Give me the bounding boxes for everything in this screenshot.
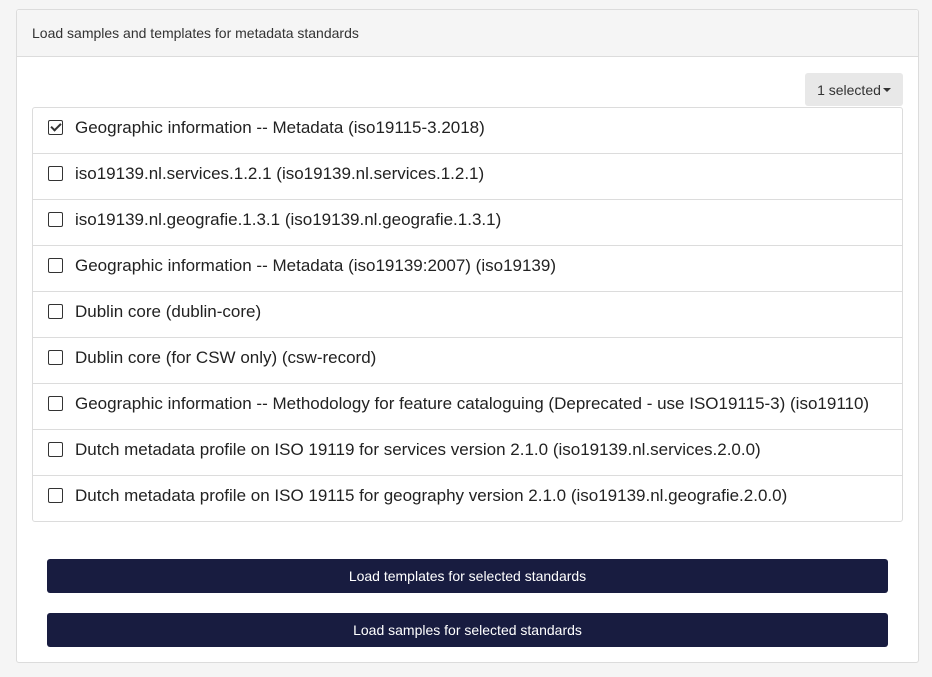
standard-label: iso19139.nl.services.1.2.1 (iso19139.nl.… xyxy=(75,164,485,183)
checkbox-unchecked-icon[interactable] xyxy=(48,304,63,319)
checkbox-unchecked-icon[interactable] xyxy=(48,488,63,503)
checkbox-unchecked-icon[interactable] xyxy=(48,442,63,457)
standard-label: Dublin core (dublin-core) xyxy=(75,302,262,321)
standard-list-item[interactable]: Geographic information -- Metadata (iso1… xyxy=(33,245,902,291)
load-templates-button[interactable]: Load templates for selected standards xyxy=(47,559,888,593)
standard-label: Dutch metadata profile on ISO 19115 for … xyxy=(75,486,788,505)
caret-down-icon xyxy=(882,87,891,92)
standard-list-item[interactable]: Dublin core (for CSW only) (csw-record) xyxy=(33,337,902,383)
standard-list-item[interactable]: Dublin core (dublin-core) xyxy=(33,291,902,337)
standard-label: Geographic information -- Metadata (iso1… xyxy=(75,118,485,137)
standard-list-item[interactable]: Geographic information -- Metadata (iso1… xyxy=(33,108,902,153)
checkbox-unchecked-icon[interactable] xyxy=(48,258,63,273)
standard-list-item[interactable]: iso19139.nl.services.1.2.1 (iso19139.nl.… xyxy=(33,153,902,199)
standard-label: Geographic information -- Methodology fo… xyxy=(75,394,870,413)
checkbox-unchecked-icon[interactable] xyxy=(48,396,63,411)
panel-heading: Load samples and templates for metadata … xyxy=(17,10,918,57)
standard-label: Dublin core (for CSW only) (csw-record) xyxy=(75,348,377,367)
checkbox-checked-icon[interactable] xyxy=(48,120,63,135)
panel-title: Load samples and templates for metadata … xyxy=(32,25,359,41)
standard-list-item[interactable]: Geographic information -- Methodology fo… xyxy=(33,383,902,429)
standard-list-item[interactable]: iso19139.nl.geografie.1.3.1 (iso19139.nl… xyxy=(33,199,902,245)
standard-list-item[interactable]: Dutch metadata profile on ISO 19115 for … xyxy=(33,475,902,521)
metadata-standards-panel: Load samples and templates for metadata … xyxy=(16,9,919,663)
selection-count-label: 1 selected xyxy=(817,81,881,98)
standards-list: Geographic information -- Metadata (iso1… xyxy=(32,107,903,522)
selection-dropdown-button[interactable]: 1 selected xyxy=(805,73,903,106)
checkbox-unchecked-icon[interactable] xyxy=(48,166,63,181)
standard-list-item[interactable]: Dutch metadata profile on ISO 19119 for … xyxy=(33,429,902,475)
standard-label: Dutch metadata profile on ISO 19119 for … xyxy=(75,440,761,459)
checkbox-unchecked-icon[interactable] xyxy=(48,212,63,227)
standard-label: iso19139.nl.geografie.1.3.1 (iso19139.nl… xyxy=(75,210,502,229)
load-samples-button[interactable]: Load samples for selected standards xyxy=(47,613,888,647)
checkbox-unchecked-icon[interactable] xyxy=(48,350,63,365)
standard-label: Geographic information -- Metadata (iso1… xyxy=(75,256,556,275)
